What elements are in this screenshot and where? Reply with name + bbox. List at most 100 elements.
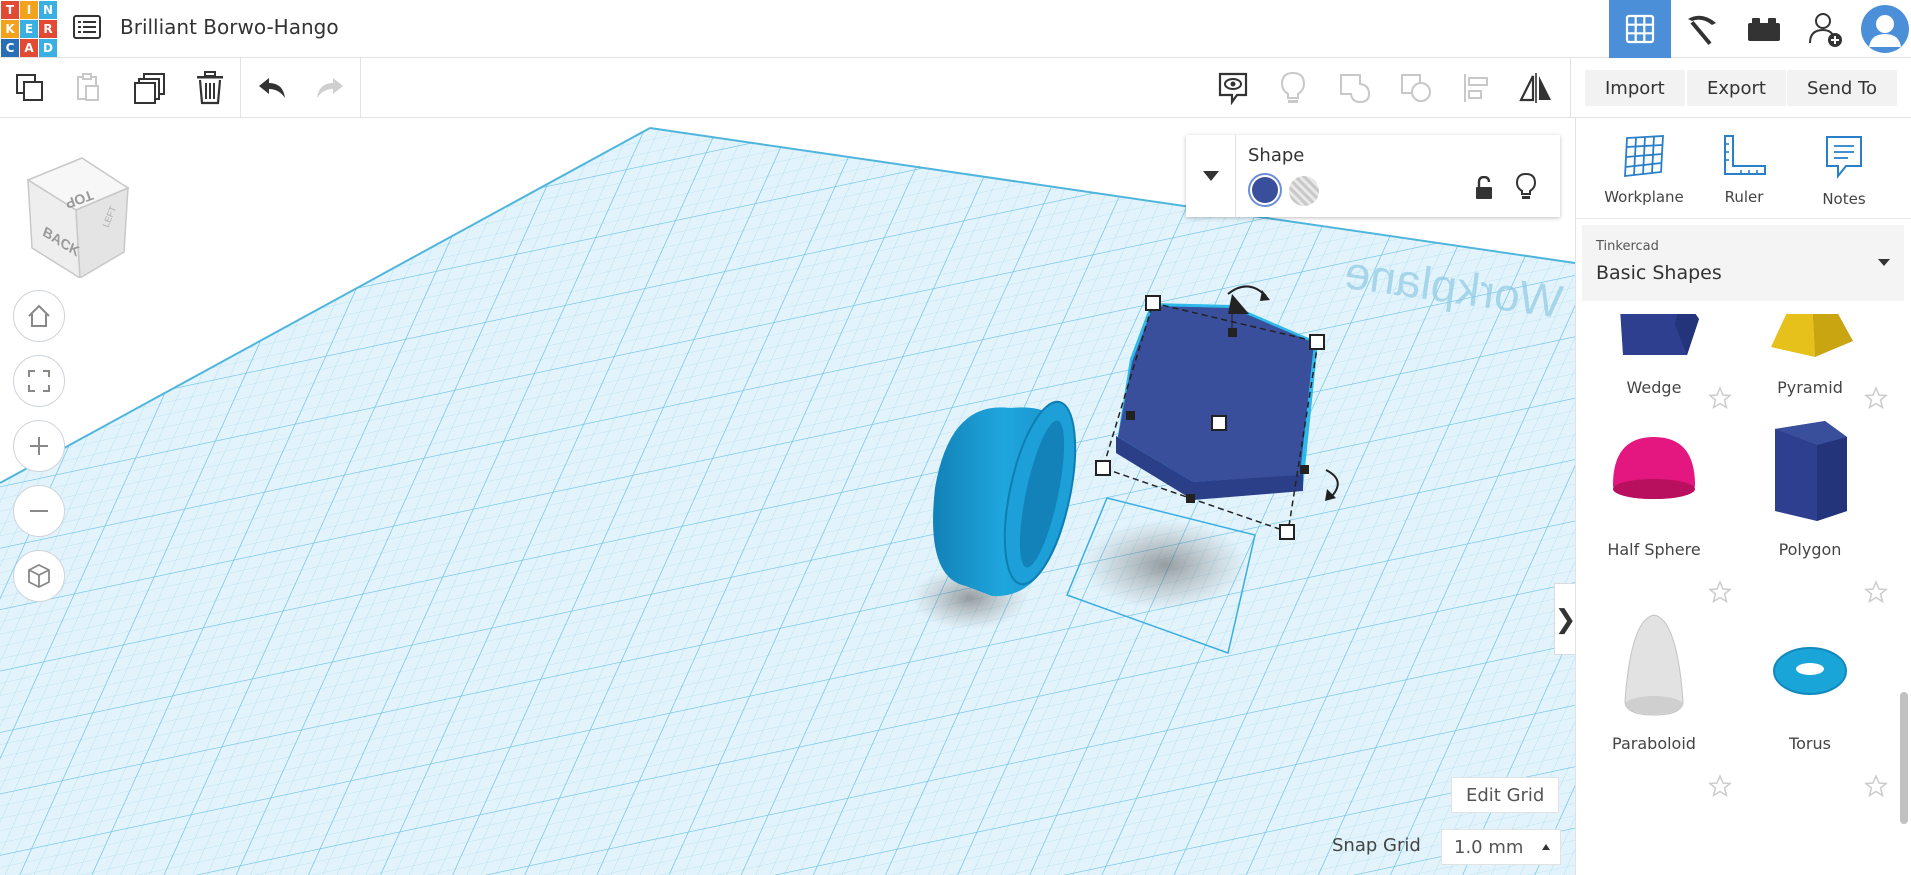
hole-swatch[interactable] [1289, 176, 1319, 206]
paste-icon [77, 73, 99, 101]
shape-label: Polygon [1778, 540, 1842, 559]
3d-design-view-button[interactable] [1609, 0, 1671, 58]
redo-button[interactable] [310, 68, 350, 108]
logo-letter: T [1, 1, 19, 19]
favorite-star-icon[interactable] [1864, 386, 1888, 410]
solid-color-fill [1252, 177, 1278, 203]
notes-view-button[interactable] [1213, 68, 1253, 108]
group-button[interactable] [1335, 68, 1375, 108]
favorite-star-icon[interactable] [1864, 774, 1888, 798]
polygon-shadow [1083, 520, 1247, 610]
home-icon [28, 304, 50, 327]
notes-icon [1826, 136, 1862, 179]
send-to-button[interactable]: Send To [1787, 70, 1898, 106]
user-avatar[interactable] [1859, 0, 1911, 58]
notes-tool[interactable]: Notes [1796, 134, 1892, 224]
bricks-view-button[interactable] [1733, 0, 1795, 58]
pickaxe-icon [1688, 15, 1716, 46]
wedge-icon [1620, 314, 1699, 355]
zoom-in-button[interactable] [13, 420, 65, 472]
edit-grid-button[interactable]: Edit Grid [1451, 777, 1560, 813]
selected-polygon-shape[interactable] [1116, 303, 1318, 500]
solid-color-swatch[interactable] [1248, 173, 1282, 207]
ungroup-icon [1401, 74, 1431, 102]
collapse-inspector-button[interactable] [1186, 135, 1236, 217]
visibility-button[interactable] [1512, 171, 1540, 203]
shapes-scrollbar[interactable] [1898, 314, 1908, 875]
cube-icon [28, 563, 50, 589]
invite-user-button[interactable] [1795, 0, 1857, 58]
scroll-thumb[interactable] [1900, 692, 1908, 824]
import-button[interactable]: Import [1585, 70, 1685, 106]
fit-view-button[interactable] [13, 355, 65, 407]
toolbar-divider [360, 58, 361, 118]
lightbulb-icon [1280, 71, 1306, 103]
chevron-right-icon: ❯ [1554, 603, 1575, 634]
zoom-out-button[interactable] [13, 485, 65, 537]
notes-tool-label: Notes [1822, 190, 1866, 208]
lock-button[interactable] [1470, 173, 1498, 203]
group-icon [1340, 74, 1371, 104]
shape-polygon[interactable]: Polygon [1732, 410, 1888, 600]
snap-grid-select[interactable]: 1.0 mm [1441, 829, 1561, 865]
home-view-button[interactable] [13, 290, 65, 342]
panel-toggle-button[interactable]: ❯ [1554, 583, 1575, 655]
codeblocks-view-button[interactable] [1671, 0, 1733, 58]
3d-viewport[interactable]: Workplane TOP BACK LEFT Shape Edit Grid … [0, 118, 1575, 875]
export-button[interactable]: Export [1687, 70, 1786, 106]
torus-icon [1773, 647, 1847, 695]
polygon-icon [1775, 421, 1847, 521]
shape-library-select[interactable]: Tinkercad Basic Shapes [1582, 225, 1904, 301]
duplicate-icon [134, 73, 165, 104]
logo-letter: R [39, 20, 57, 38]
logo-letter: N [39, 1, 57, 19]
caret-up-icon [1542, 844, 1550, 850]
caret-down-icon [1878, 259, 1890, 266]
ungroup-button[interactable] [1396, 68, 1436, 108]
shape-paraboloid[interactable]: Paraboloid [1576, 604, 1732, 794]
favorite-star-icon[interactable] [1708, 774, 1732, 798]
edit-toolbar: Import Export Send To [0, 58, 1911, 118]
tinkercad-logo[interactable]: T I N K E R C A D [0, 0, 57, 57]
show-all-button[interactable] [1273, 68, 1313, 108]
logo-letter: E [20, 20, 38, 38]
shapes-panel: Workplane Ruler Notes Tinkercad Basic Sh… [1575, 118, 1911, 875]
favorite-star-icon[interactable] [1864, 580, 1888, 604]
document-title[interactable]: Brilliant Borwo-Hango [120, 15, 339, 39]
minus-icon [30, 510, 48, 512]
undo-button[interactable] [252, 68, 292, 108]
lightbulb-icon [1516, 173, 1536, 199]
snap-grid-label: Snap Grid [1332, 835, 1421, 856]
workplane-scene[interactable]: Workplane [0, 118, 1575, 875]
toolbar-divider [240, 58, 241, 118]
shape-label: Torus [1789, 734, 1831, 753]
redo-icon [317, 78, 343, 98]
inspector-title: Shape [1248, 145, 1305, 166]
app-header: T I N K E R C A D Brilliant Borwo-Hango [0, 0, 1911, 58]
copy-icon [16, 74, 43, 101]
snap-grid-value: 1.0 mm [1454, 836, 1524, 858]
workplane-tool-label: Workplane [1604, 188, 1684, 206]
paraboloid-icon [1624, 614, 1684, 716]
align-button[interactable] [1456, 68, 1496, 108]
toolbar-divider [1570, 58, 1571, 118]
workplane-tool[interactable]: Workplane [1596, 134, 1692, 224]
duplicate-button[interactable] [130, 68, 170, 108]
perspective-button[interactable] [13, 550, 65, 602]
ruler-tool[interactable]: Ruler [1696, 134, 1792, 224]
view-cube[interactable]: TOP BACK LEFT [22, 148, 132, 278]
delete-button[interactable] [190, 68, 230, 108]
favorite-star-icon[interactable] [1708, 386, 1732, 410]
workplane-icon [1624, 135, 1664, 178]
plus-icon [30, 437, 48, 455]
shape-torus[interactable]: Torus [1732, 604, 1888, 794]
paste-button[interactable] [68, 68, 108, 108]
design-list-button[interactable] [72, 12, 102, 42]
shape-label: Half Sphere [1607, 540, 1701, 559]
favorite-star-icon[interactable] [1708, 580, 1732, 604]
shape-half-sphere[interactable]: Half Sphere [1576, 410, 1732, 600]
mirror-button[interactable] [1516, 68, 1556, 108]
copy-button[interactable] [10, 68, 50, 108]
add-user-icon [1809, 13, 1842, 47]
logo-letter: D [39, 39, 57, 57]
